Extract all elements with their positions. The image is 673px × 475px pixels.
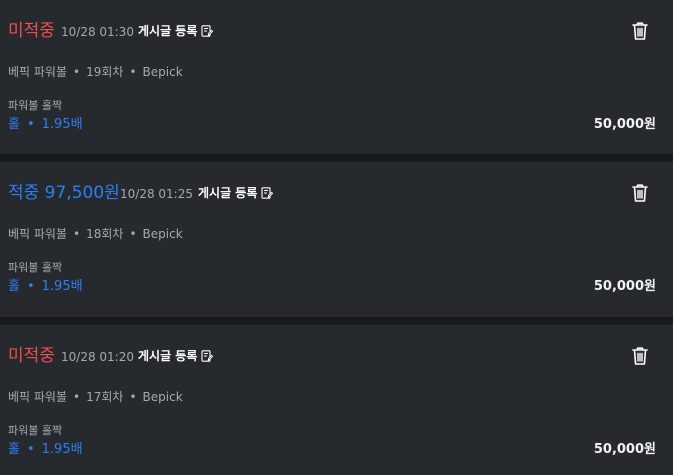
pick-choice: 홀 [8,279,20,294]
trash-icon[interactable] [629,20,651,42]
pick-odds: 1.95배 [41,117,83,132]
separator-dot: • [26,117,35,132]
separator-dot: • [73,390,81,404]
game-info: 베픽 파워볼 • 19회차 • Bepick [8,65,183,79]
post-article-button[interactable]: 게시글 등록 [138,23,214,39]
separator-dot: • [129,227,137,241]
bet-time: 10/28 01:25 [120,187,193,201]
trash-icon[interactable] [629,182,651,204]
game-provider: Bepick [142,390,183,404]
bet-pick: 홀 • 1.95배 [8,442,83,458]
edit-document-icon [201,350,214,362]
bet-type: 파워볼 홀짝 [8,261,63,274]
separator-dot: • [129,390,137,404]
bet-history-card: 미적중 10/28 01:30 게시글 등록 베픽 파워볼 • 19회차 • Bepic… [0,0,673,154]
edit-document-icon [201,25,214,37]
pick-choice: 홀 [8,117,20,132]
game-round: 17회차 [86,390,124,404]
trash-icon[interactable] [629,345,651,367]
bet-type: 파워볼 홀짝 [8,424,63,437]
game-name: 베픽 파워볼 [8,65,68,79]
bet-type: 파워볼 홀짝 [8,99,63,112]
bet-pick: 홀 • 1.95배 [8,279,83,295]
separator-dot: • [26,279,35,294]
post-article-label: 게시글 등록 [198,186,258,200]
pick-choice: 홀 [8,442,20,457]
separator-dot: • [129,65,137,79]
bet-amount: 50,000원 [593,279,656,294]
game-provider: Bepick [142,65,183,79]
bet-history-card: 적중 97,500원 10/28 01:25 게시글 등록 베픽 파워볼 • 18회… [0,162,673,317]
bet-amount: 50,000원 [593,442,656,457]
pick-odds: 1.95배 [41,442,83,457]
separator-dot: • [73,65,81,79]
bet-result-status: 미적중 [8,346,55,366]
bet-time: 10/28 01:30 [61,25,134,39]
game-name: 베픽 파워볼 [8,227,68,241]
bet-amount: 50,000원 [593,117,656,132]
bet-history-card: 미적중 10/28 01:20 게시글 등록 베픽 파워볼 • 17회차 • Bepic… [0,325,673,475]
game-name: 베픽 파워볼 [8,390,68,404]
game-info: 베픽 파워볼 • 17회차 • Bepick [8,390,183,404]
bet-result-status: 미적중 [8,21,55,41]
bet-pick: 홀 • 1.95배 [8,117,83,133]
bet-time: 10/28 01:20 [61,350,134,364]
separator-dot: • [73,227,81,241]
post-article-button[interactable]: 게시글 등록 [138,348,214,364]
post-article-label: 게시글 등록 [138,24,198,38]
game-round: 19회차 [86,65,124,79]
game-info: 베픽 파워볼 • 18회차 • Bepick [8,227,183,241]
game-provider: Bepick [142,227,183,241]
post-article-label: 게시글 등록 [138,349,198,363]
separator-dot: • [26,442,35,457]
bet-result-status: 적중 97,500원 [8,183,120,203]
edit-document-icon [261,187,274,199]
post-article-button[interactable]: 게시글 등록 [198,185,274,201]
game-round: 18회차 [86,227,124,241]
pick-odds: 1.95배 [41,279,83,294]
